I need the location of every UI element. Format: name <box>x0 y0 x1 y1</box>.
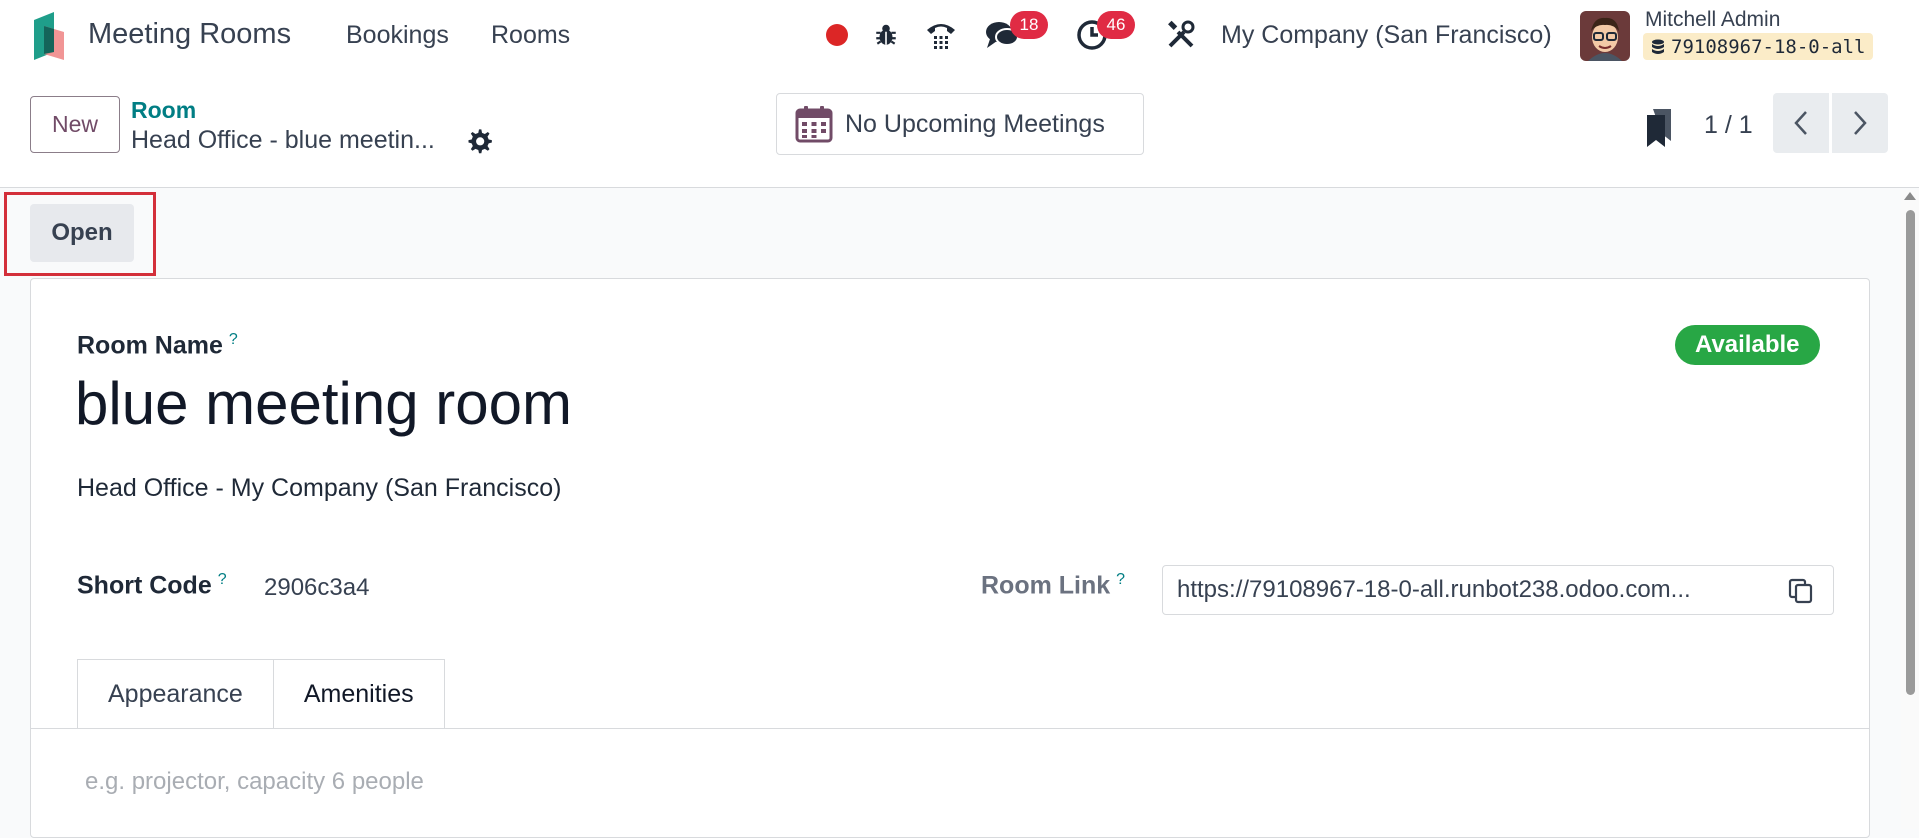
control-panel: New Room Head Office - blue meetin... No… <box>0 73 1919 188</box>
short-code-value: 2906c3a4 <box>264 574 370 601</box>
user-avatar[interactable] <box>1580 11 1630 61</box>
notebook-tabs: Appearance Amenities <box>77 659 445 729</box>
chevron-left-icon <box>1794 111 1807 135</box>
phone-icon[interactable] <box>924 18 958 52</box>
breadcrumb-current: Head Office - blue meetin... <box>131 126 435 154</box>
record-icon[interactable] <box>820 18 854 52</box>
room-link-label: Room Link? <box>981 571 1126 600</box>
upcoming-meetings-label: No Upcoming Meetings <box>845 109 1105 138</box>
room-name-label: Room Name? <box>77 331 238 360</box>
activities-count-badge: 46 <box>1097 11 1135 39</box>
gear-icon[interactable] <box>465 127 493 155</box>
room-name-field[interactable]: blue meeting room <box>75 369 572 438</box>
top-navbar: Meeting Rooms Bookings Rooms 18 46 My Co… <box>0 0 1919 73</box>
copy-icon[interactable] <box>1787 577 1815 605</box>
pager-value[interactable]: 1 / 1 <box>1704 111 1753 140</box>
room-link-help-icon[interactable]: ? <box>1116 571 1125 588</box>
amenities-input[interactable] <box>83 767 987 797</box>
pager-previous-button[interactable] <box>1773 93 1829 153</box>
tab-appearance[interactable]: Appearance <box>77 659 273 729</box>
user-name[interactable]: Mitchell Admin <box>1645 8 1780 32</box>
status-badge[interactable]: Available <box>1675 325 1820 365</box>
calendar-icon <box>795 106 833 143</box>
scroll-up-arrow-icon[interactable] <box>1904 192 1916 200</box>
open-button[interactable]: Open <box>30 204 134 262</box>
database-name: 79108967-18-0-all <box>1671 35 1866 58</box>
bookmark-icon[interactable] <box>1645 107 1675 147</box>
menu-rooms[interactable]: Rooms <box>491 21 570 50</box>
pager-next-button[interactable] <box>1832 93 1888 153</box>
debug-bug-icon[interactable] <box>869 18 903 52</box>
tab-amenities[interactable]: Amenities <box>272 659 445 729</box>
scrollbar-thumb[interactable] <box>1906 210 1915 695</box>
database-tag: 79108967-18-0-all <box>1643 33 1874 60</box>
chevron-right-icon <box>1854 111 1867 135</box>
short-code-label: Short Code? <box>77 571 227 600</box>
menu-bookings[interactable]: Bookings <box>346 21 449 50</box>
breadcrumb-parent[interactable]: Room <box>131 97 196 124</box>
room-link-field: https://79108967-18-0-all.runbot238.odoo… <box>1162 565 1834 615</box>
company-switcher[interactable]: My Company (San Francisco) <box>1221 21 1552 50</box>
app-logo-icon[interactable] <box>30 12 66 60</box>
app-title[interactable]: Meeting Rooms <box>88 18 291 51</box>
database-icon <box>1652 39 1664 54</box>
form-sheet: Room Name? blue meeting room Head Office… <box>30 278 1870 838</box>
tab-divider <box>31 728 1869 729</box>
room-name-help-icon[interactable]: ? <box>229 331 238 348</box>
room-link-value[interactable]: https://79108967-18-0-all.runbot238.odoo… <box>1177 576 1767 604</box>
new-button[interactable]: New <box>30 96 120 153</box>
upcoming-meetings-button[interactable]: No Upcoming Meetings <box>776 93 1144 155</box>
messages-count-badge: 18 <box>1010 11 1048 39</box>
form-statusbar: Open <box>0 188 1900 278</box>
settings-tools-icon[interactable] <box>1164 18 1198 52</box>
room-location[interactable]: Head Office - My Company (San Francisco) <box>77 474 561 503</box>
short-code-help-icon[interactable]: ? <box>218 571 227 588</box>
